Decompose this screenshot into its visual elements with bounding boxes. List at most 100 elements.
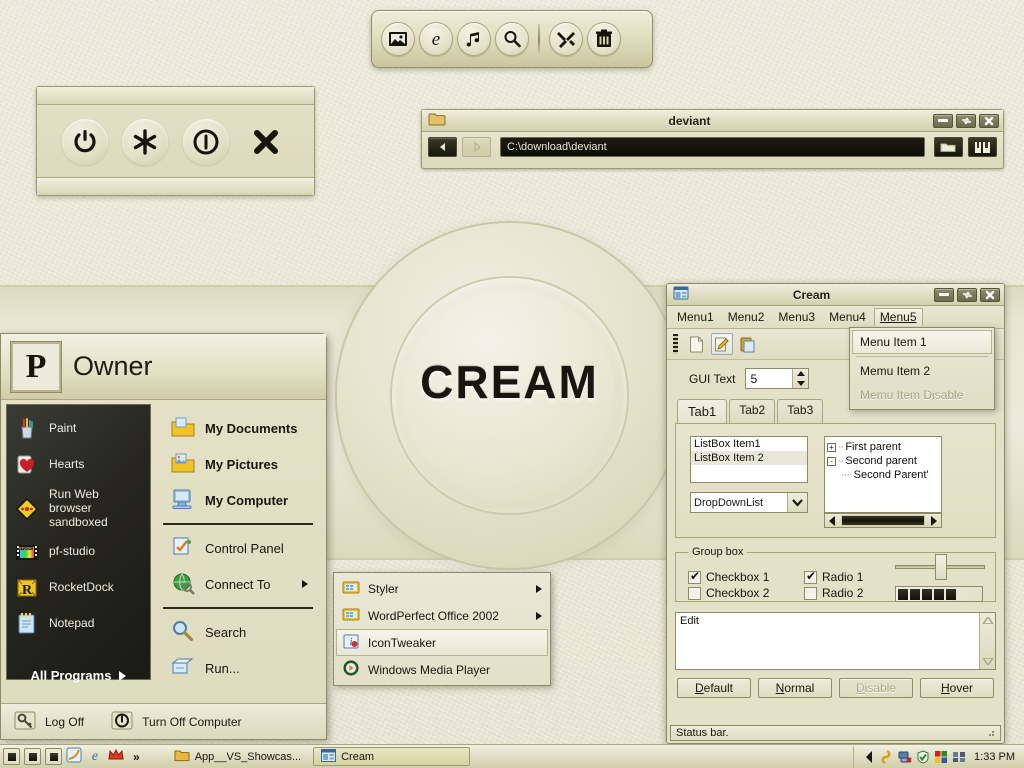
sidebar-item-search[interactable]: Search [163,614,315,650]
spinner-buttons[interactable] [792,369,809,389]
button-row[interactable]: Default Normal Disable Hover [667,670,1004,698]
cream-demo-window[interactable]: Cream Menu1 Menu2 Menu3 Menu4 Menu5 GUI … [666,283,1005,744]
start-menu-footer[interactable]: Log Off Turn Off Computer [1,703,326,739]
edit-pencil-icon[interactable] [711,333,733,355]
taskbar[interactable]: e » App__VS_Showcas... Cream 1:33 PM [0,744,1024,768]
asterisk-icon[interactable] [122,119,169,165]
turn-off-computer-button[interactable]: Turn Off Computer [110,709,242,734]
menu-menu5[interactable]: Menu5 [873,308,923,326]
edit-textarea[interactable]: Edit [675,612,996,670]
checkbox-2[interactable]: Checkbox 2 [688,586,780,600]
tray-colors-icon[interactable] [934,750,948,764]
listbox[interactable]: ListBox Item1 ListBox Item 2 [690,436,808,483]
sidebar-item-my-pictures[interactable]: My Pictures [163,446,315,482]
sidebar-item-run[interactable]: Run... [163,650,315,686]
ql-button-3[interactable] [45,748,62,765]
deviant-caption-buttons[interactable] [933,113,1003,128]
radio-icon[interactable] [804,586,817,600]
scroll-down-icon[interactable] [980,654,995,669]
cream-titlebar[interactable]: Cream [667,284,1004,306]
sidebar-item-connect-to[interactable]: Connect To [163,566,315,602]
radio-1[interactable]: Radio 1 [804,569,896,584]
toolbar-grip[interactable] [673,334,678,354]
slider-thumb[interactable] [935,554,947,580]
menu-item-styler[interactable]: Styler [336,575,548,602]
checkbox-icon[interactable] [688,569,701,584]
minimize-icon[interactable] [934,287,954,302]
list-item[interactable]: ListBox Item 2 [691,451,807,465]
scrollbar-thumb[interactable] [841,515,925,526]
menu-item-1[interactable]: Menu Item 1 [852,330,992,354]
tree-view[interactable]: + ·· First parent - ·· Second parent ···… [824,436,942,513]
quantity-stepper[interactable]: 5 [745,368,810,389]
sidebar-item-run-web-browser-sandboxed[interactable]: Run Web browser sandboxed [7,483,150,534]
menu-menu2[interactable]: Menu2 [722,308,771,326]
resize-grip-icon[interactable] [985,727,995,740]
internet-explorer-icon[interactable]: e [419,22,453,56]
ql-button-2[interactable] [24,748,41,765]
tree-node-child[interactable]: ···· Second Parent' [825,468,941,482]
radio-2[interactable]: Radio 2 [804,586,896,600]
sidebar-item-notepad[interactable]: Notepad [7,606,150,642]
music-note-icon[interactable] [457,22,491,56]
minimize-icon[interactable] [933,113,953,128]
paste-clipboard-icon[interactable] [737,333,759,355]
power-icon[interactable] [62,119,109,165]
menu-item-wordperfect-office-2002[interactable]: WordPerfect Office 2002 [336,602,548,629]
scroll-up-icon[interactable] [980,613,995,628]
avatar[interactable]: P [10,340,62,393]
cream-caption-buttons[interactable] [934,287,1004,302]
tab-tab3[interactable]: Tab3 [777,399,824,423]
sidebar-item-paint[interactable]: Paint [7,411,150,447]
horizontal-scrollbar[interactable] [824,513,942,528]
taskbar-item-cream[interactable]: Cream [313,747,471,766]
tray-puzzle-icon[interactable] [952,750,966,764]
scroll-left-icon[interactable] [825,514,840,527]
spinner-up-icon[interactable] [793,369,808,379]
search-magnifier-icon[interactable] [495,22,529,56]
sidebar-item-my-documents[interactable]: My Documents [163,410,315,446]
cream-menubar[interactable]: Menu1 Menu2 Menu3 Menu4 Menu5 [667,306,1004,329]
expand-plus-icon[interactable]: + [827,442,836,452]
tab-tab2[interactable]: Tab2 [729,399,776,423]
checkbox-1[interactable]: Checkbox 1 [688,569,780,584]
sidebar-item-my-computer[interactable]: My Computer [163,482,315,518]
close-icon[interactable] [979,113,999,128]
start-menu-programs-column[interactable]: Paint Hearts Run Web browser sandboxed S… [6,404,151,683]
checkbox-icon[interactable] [688,586,701,600]
trash-icon[interactable] [587,22,621,56]
address-input[interactable]: C:\download\deviant [500,137,925,157]
tab-tab1[interactable]: Tab1 [677,399,728,423]
view-icon[interactable] [968,137,997,157]
deviant-titlebar[interactable]: deviant [422,110,1003,132]
normal-button[interactable]: Normal [758,678,832,698]
radio-icon[interactable] [804,569,817,584]
deviant-explorer-window[interactable]: deviant C:\download\deviant [421,109,1004,169]
clock[interactable]: 1:33 PM [970,751,1015,763]
folder-open-icon[interactable] [934,137,963,157]
sidebar-item-rocketdock[interactable]: R RocketDock [7,570,150,606]
close-icon[interactable] [980,287,1000,302]
all-programs-button[interactable]: All Programs [7,658,150,695]
quicklaunch-styler-icon[interactable] [66,747,83,766]
standby-icon[interactable] [182,119,229,165]
system-tray[interactable]: 1:33 PM [853,745,1021,768]
sidebar-item-pf-studio[interactable]: STUDIO pf-studio [7,534,150,570]
new-document-icon[interactable] [685,333,707,355]
tree-node-second-parent[interactable]: - ·· Second parent [825,454,941,468]
programs-flyout-menu[interactable]: Styler WordPerfect Office 2002 i IconTwe… [333,572,551,686]
spinner-down-icon[interactable] [793,379,808,389]
vertical-scrollbar[interactable] [979,613,995,669]
menu5-dropdown[interactable]: Menu Item 1 Memu Item 2 Memu Item Disabl… [849,327,995,410]
power-panel[interactable] [36,86,315,196]
menu-item-icontweaker[interactable]: i IconTweaker [336,629,548,656]
quicklaunch-crown-icon[interactable] [108,748,125,765]
close-x-icon[interactable] [243,119,289,165]
pictures-icon[interactable] [381,22,415,56]
back-button[interactable] [428,137,457,157]
tools-icon[interactable] [549,22,583,56]
start-menu-places-column[interactable]: My Documents My Pictures My Computer Con [151,404,321,680]
dropdown-select[interactable]: DropDownList [690,492,808,513]
hover-button[interactable]: Hover [920,678,994,698]
deviant-address-toolbar[interactable]: C:\download\deviant [422,132,1003,162]
